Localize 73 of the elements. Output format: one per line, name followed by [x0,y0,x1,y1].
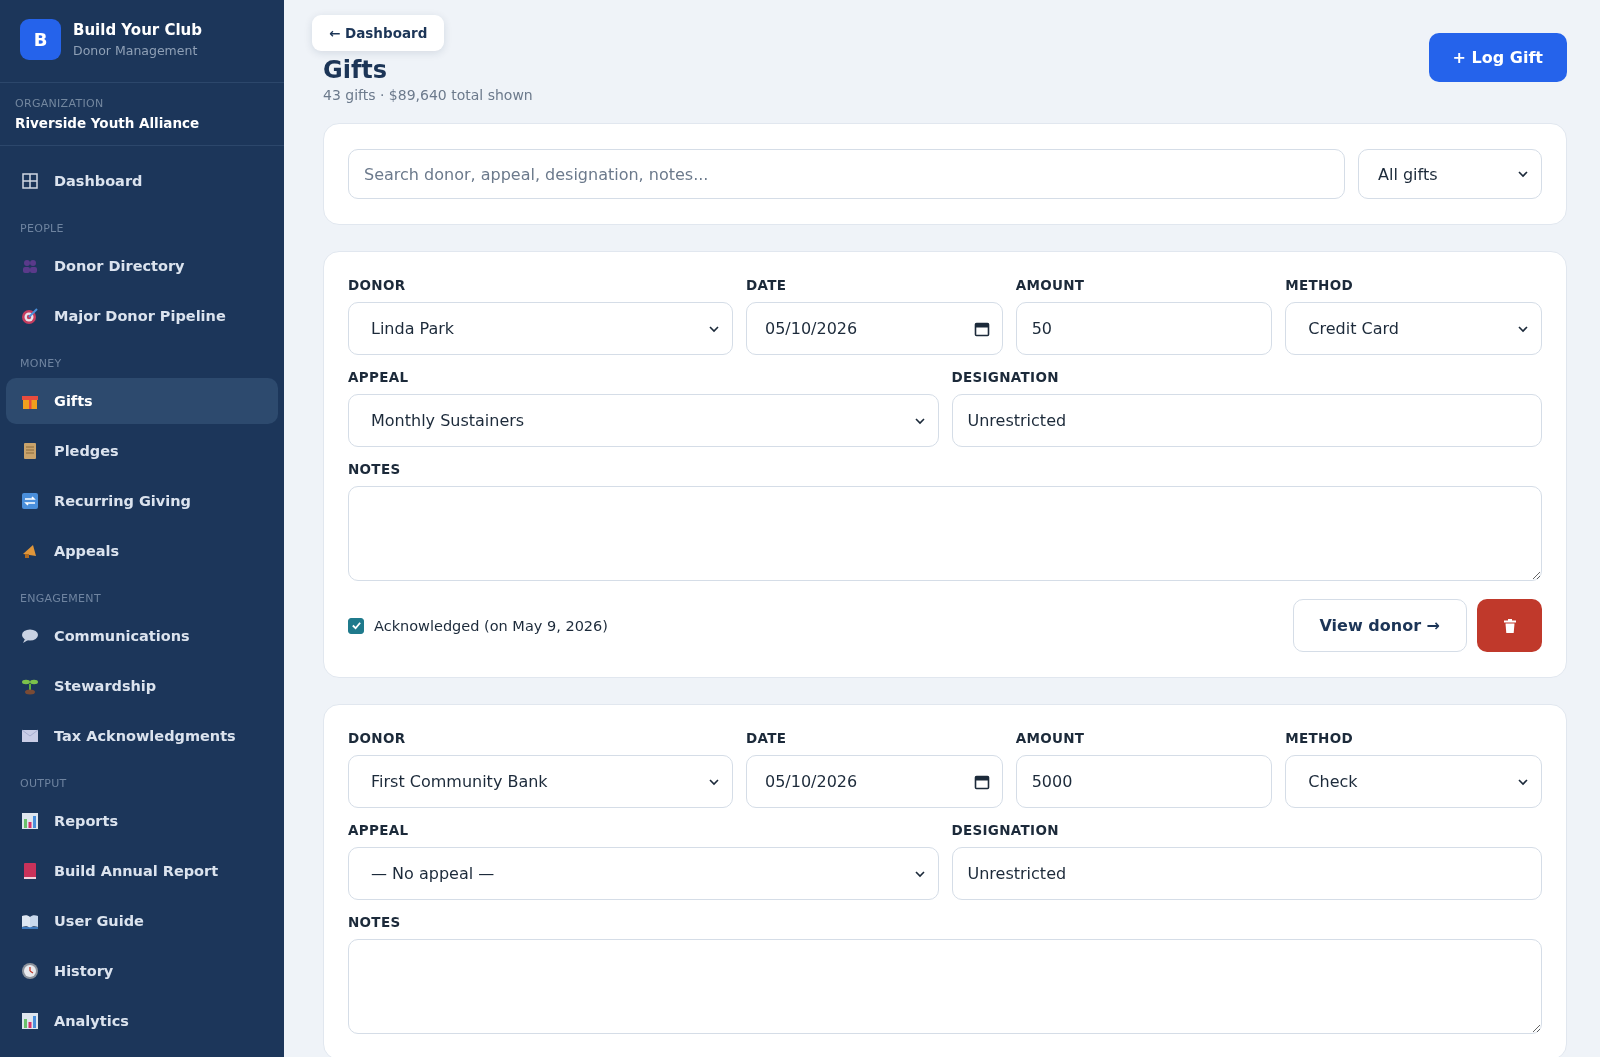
notes-field[interactable] [348,486,1542,581]
field-label: METHOD [1285,730,1354,746]
back-button[interactable]: ← Dashboard [312,15,445,51]
donor-select[interactable]: First Community Bank [348,755,733,808]
nav-item[interactable]: Major Donor Pipeline [6,293,278,339]
nav-section-heading: MONEY [19,356,63,372]
field-label: DATE [746,277,788,293]
field-label: DONOR [348,730,407,746]
method-select[interactable]: Check [1285,755,1542,808]
nav-item[interactable]: Build Annual Report [6,848,278,894]
calendar-icon [973,320,990,337]
bar-chart-icon [20,811,40,831]
filter-select[interactable]: All gifts [1358,149,1542,199]
acknowledged-checkbox[interactable] [348,617,364,634]
nav-section-heading: ENGAGEMENT [19,591,102,607]
nav-item[interactable]: Recurring Giving [6,478,278,524]
field-label: DESIGNATION [951,822,1060,838]
date-field[interactable]: 05/10/2026 [746,302,1003,355]
clock-icon [20,961,40,981]
chevron-down-icon [1517,168,1529,180]
designation-field[interactable]: Unrestricted [951,394,1542,447]
donor-select[interactable]: Linda Park [348,302,733,355]
method-select[interactable]: Credit Card [1285,302,1542,355]
field-label: DONOR [348,277,407,293]
organization-name: Riverside Youth Alliance [15,115,201,131]
amount-field[interactable]: 50 [1015,302,1273,355]
nav-item[interactable]: Stewardship [6,663,278,709]
organization-label: ORGANIZATION [15,97,105,110]
nav-item[interactable]: Pledges [6,428,278,474]
nav-section-heading: PEOPLE [19,221,65,237]
nav-section-heading: OUTPUT [19,776,68,792]
page-subtitle: 43 gifts · $89,640 total shown [323,87,533,103]
field-label: AMOUNT [1015,730,1086,746]
search-field[interactable]: Search donor, appeal, designation, notes... [348,149,1345,199]
field-label: DATE [746,730,788,746]
target-icon [20,306,40,326]
nav-item[interactable]: Gifts [6,378,278,424]
field-label: NOTES [348,461,402,477]
notes-field[interactable] [348,939,1542,1034]
appeal-select[interactable]: — No appeal — [348,847,939,900]
delete-button[interactable] [1477,599,1542,652]
nav-item[interactable]: Analytics [6,998,278,1044]
app-subtitle: Donor Management [73,43,199,58]
checkbox-label: Acknowledged (on May 9, 2026) [374,617,608,634]
amount-field[interactable]: 5000 [1015,755,1273,808]
nav-item[interactable]: Reports [6,798,278,844]
field-label: DESIGNATION [951,369,1060,385]
grid-icon [20,171,40,191]
field-label: AMOUNT [1015,277,1086,293]
nav-item[interactable]: Communications [6,613,278,659]
trash-icon [1503,618,1516,633]
nav-item[interactable]: History [6,948,278,994]
field-label: NOTES [348,914,402,930]
repeat-icon [20,491,40,511]
designation-field[interactable]: Unrestricted [951,847,1542,900]
field-label: APPEAL [348,369,410,385]
page-title: Gifts [323,57,389,83]
app-logo: B [20,19,61,60]
bar-chart-icon [20,1011,40,1031]
app-title: Build Your Club [73,21,202,39]
nav-item[interactable]: Donor Directory [6,243,278,289]
field-label: APPEAL [348,822,410,838]
appeal-select[interactable]: Monthly Sustainers [348,394,939,447]
nav-item[interactable]: Dashboard [6,158,278,204]
nav-item[interactable]: Tax Acknowledgments [6,713,278,759]
view-donor-button[interactable]: View donor → [1292,599,1467,652]
field-label: METHOD [1285,277,1354,293]
date-field[interactable]: 05/10/2026 [746,755,1003,808]
checkmark-icon [350,620,362,631]
nav-item[interactable]: Appeals [6,528,278,574]
nav-item[interactable]: User Guide [6,898,278,944]
log-gift-button[interactable]: + Log Gift [1428,33,1567,82]
calendar-icon [973,773,990,790]
